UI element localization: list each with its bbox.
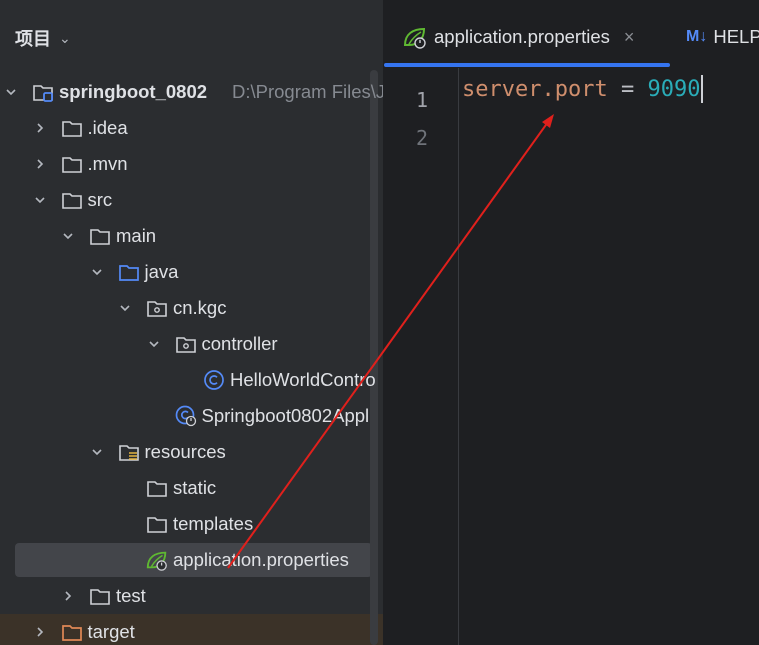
editor: application.properties × M↓ HELP 1 2 ser… — [384, 0, 759, 645]
tree-item-label: HelloWorldContro — [230, 369, 376, 390]
tree-item-label: .idea — [87, 117, 128, 138]
chevron-right-icon[interactable] — [61, 589, 75, 603]
project-view-selector[interactable]: 项目 ⌄ — [15, 24, 71, 52]
tree-item-helloworldcontro[interactable]: HelloWorldContro — [0, 362, 383, 398]
tree-item-idea[interactable]: .idea — [0, 110, 383, 146]
package-icon — [145, 296, 169, 320]
tab-label: application.properties — [434, 26, 610, 47]
tree-item-main[interactable]: main — [0, 218, 383, 254]
excluded-folder-icon — [60, 620, 84, 644]
spring-properties-icon — [145, 548, 169, 572]
tree-item-application-properties[interactable]: application.properties — [0, 542, 383, 578]
chevron-down-icon[interactable] — [90, 445, 104, 459]
tree-item-mvn[interactable]: .mvn — [0, 146, 383, 182]
tab-help[interactable]: M↓ HELP — [686, 16, 759, 58]
active-tab-indicator — [384, 63, 670, 67]
gutter-divider — [458, 68, 459, 645]
resources-folder-icon — [117, 440, 141, 464]
tree-item-cn-kgc[interactable]: cn.kgc — [0, 290, 383, 326]
tree-item-test[interactable]: test — [0, 578, 383, 614]
folder-icon — [88, 224, 112, 248]
tab-application-properties[interactable]: application.properties × — [402, 16, 634, 58]
spring-boot-class-icon — [174, 404, 198, 428]
text-caret — [701, 75, 704, 103]
close-icon[interactable]: × — [624, 27, 635, 48]
property-value: 9090 — [647, 76, 701, 102]
tree-item-resources[interactable]: resources — [0, 434, 383, 470]
tree-item-label: static — [173, 477, 217, 498]
tree-item-label: .mvn — [87, 153, 128, 174]
tree-item-controller[interactable]: controller — [0, 326, 383, 362]
tree-item-label: springboot_0802 — [59, 81, 208, 102]
code-line[interactable]: server.port = 9090 — [462, 72, 704, 106]
markdown-icon: M↓ — [686, 28, 708, 45]
chevron-down-icon[interactable] — [147, 337, 161, 351]
chevron-down-icon[interactable] — [33, 193, 47, 207]
chevron-right-icon[interactable] — [33, 121, 47, 135]
chevron-down-icon[interactable]: ⌄ — [59, 30, 71, 47]
folder-icon — [60, 152, 84, 176]
package-icon — [174, 332, 198, 356]
tree-item-label: Springboot0802Appl — [201, 405, 370, 426]
tree-item-label: java — [144, 261, 179, 282]
folder-icon — [88, 584, 112, 608]
panel-title: 项目 — [15, 29, 51, 49]
folder-icon — [145, 512, 169, 536]
spring-properties-icon — [403, 27, 426, 49]
tree-item-templates[interactable]: templates — [0, 506, 383, 542]
project-panel: 项目 ⌄ springboot_0802 D:\Program Files\Je.… — [0, 0, 383, 645]
property-key: server.port — [462, 76, 608, 102]
module-folder-icon — [31, 80, 55, 104]
line-number: 2 — [415, 126, 428, 150]
tree-item-springboot-0802[interactable]: springboot_0802 D:\Program Files\Je — [0, 74, 383, 110]
tree-item-java[interactable]: java — [0, 254, 383, 290]
java-class-icon — [202, 368, 226, 392]
chevron-down-icon[interactable] — [90, 265, 104, 279]
project-path-hint: D:\Program Files\Je — [232, 81, 383, 102]
line-number: 1 — [415, 88, 428, 112]
folder-icon — [60, 188, 84, 212]
tree-item-label: templates — [173, 513, 254, 534]
chevron-down-icon[interactable] — [61, 229, 75, 243]
tree-item-static[interactable]: static — [0, 470, 383, 506]
chevron-right-icon[interactable] — [33, 157, 47, 171]
tree-item-label: test — [116, 585, 146, 606]
tree-item-label: main — [116, 225, 157, 246]
tree-item-label: resources — [144, 441, 226, 462]
tree-item-springboot0802appl[interactable]: Springboot0802Appl — [0, 398, 383, 434]
tree-item-label: target — [87, 621, 135, 642]
panel-scrollbar[interactable] — [370, 70, 378, 645]
chevron-down-icon[interactable] — [4, 85, 18, 99]
line-number-gutter[interactable]: 1 2 — [384, 68, 458, 645]
folder-icon — [145, 476, 169, 500]
property-operator: = — [607, 76, 648, 102]
tree-item-src[interactable]: src — [0, 182, 383, 218]
tree-item-target[interactable]: target — [0, 614, 383, 645]
source-folder-icon — [117, 260, 141, 284]
folder-icon — [60, 116, 84, 140]
tree-item-label: cn.kgc — [173, 297, 227, 318]
editor-tab-bar: application.properties × M↓ HELP — [384, 0, 759, 68]
chevron-right-icon[interactable] — [33, 625, 47, 639]
tree-item-label: src — [87, 189, 113, 210]
tree-item-label: controller — [201, 333, 278, 354]
chevron-down-icon[interactable] — [118, 301, 132, 315]
tree-item-label: application.properties — [173, 549, 349, 570]
tab-label: HELP — [713, 26, 759, 47]
